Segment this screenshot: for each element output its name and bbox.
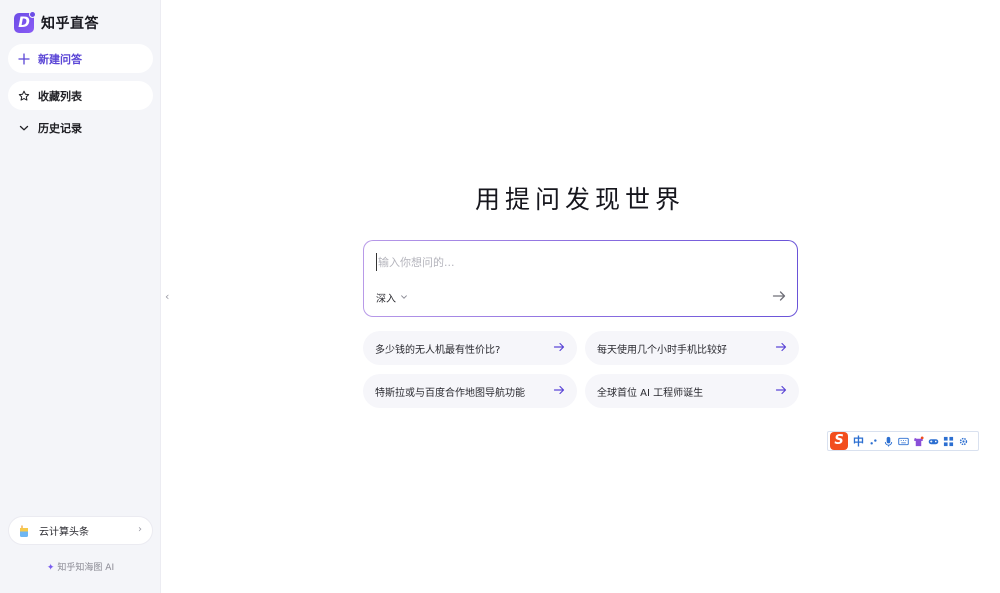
send-button[interactable] (771, 288, 787, 304)
mode-dropdown[interactable]: 深入 (376, 290, 408, 305)
history-label: 历史记录 (38, 122, 82, 135)
chevron-down-icon (18, 122, 30, 134)
app-name: 知乎直答 (41, 16, 99, 32)
ime-toolbar: S 中 (827, 431, 979, 451)
logo-icon: D (14, 11, 36, 33)
punctuation-icon[interactable] (867, 435, 879, 447)
suggestion-chip[interactable]: 每天使用几个小时手机比较好 (585, 331, 799, 365)
question-input[interactable] (376, 253, 776, 271)
promo-card[interactable]: 云计算头条 › (8, 516, 153, 545)
plus-icon (18, 52, 30, 65)
suggestion-chip[interactable]: 多少钱的无人机最有性价比? (363, 331, 577, 365)
arrow-right-icon (775, 385, 787, 395)
arrow-right-icon (553, 385, 565, 395)
sogou-logo-icon[interactable]: S (830, 432, 848, 450)
app-logo[interactable]: D 知乎直答 (14, 11, 99, 33)
promo-label: 云计算头条 (39, 527, 89, 538)
keyboard-icon[interactable] (897, 435, 909, 447)
new-chat-label: 新建问答 (38, 52, 82, 66)
toolbox-icon[interactable] (942, 435, 954, 447)
arrow-right-icon (772, 291, 786, 301)
chevron-right-icon: › (138, 524, 142, 535)
favorites-button[interactable]: 收藏列表 (8, 81, 153, 110)
suggestion-text: 多少钱的无人机最有性价比? (375, 344, 501, 356)
suggestion-text: 全球首位 AI 工程师诞生 (597, 387, 704, 399)
suggestion-chip[interactable]: 全球首位 AI 工程师诞生 (585, 374, 799, 408)
star-icon (18, 90, 30, 102)
suggestion-text: 每天使用几个小时手机比较好 (597, 344, 727, 356)
sparkle-icon: ✦ (46, 563, 55, 573)
sidebar: D 知乎直答 新建问答 收藏列表 历史记录 云计算头条 › ✦ 知乎知海图 AI (0, 0, 161, 593)
new-chat-button[interactable]: 新建问答 (8, 44, 153, 73)
arrow-right-icon (553, 342, 565, 352)
chevron-down-icon (400, 293, 408, 303)
suggestion-text: 特斯拉或与百度合作地图导航功能 (375, 387, 525, 399)
cup-icon (17, 524, 31, 538)
microphone-icon[interactable] (882, 435, 894, 447)
page-title: 用提问发现世界 (474, 185, 685, 214)
ime-language-toggle[interactable]: 中 (853, 433, 864, 449)
history-toggle[interactable]: 历史记录 (8, 117, 153, 139)
arrow-right-icon (775, 342, 787, 352)
mode-label: 深入 (376, 294, 396, 305)
settings-icon[interactable] (957, 435, 969, 447)
favorites-label: 收藏列表 (38, 89, 82, 103)
footer-brand-label: 知乎知海图 AI (57, 563, 115, 573)
gamepad-icon[interactable] (927, 435, 939, 447)
skin-icon[interactable] (912, 435, 924, 447)
suggestion-chip[interactable]: 特斯拉或与百度合作地图导航功能 (363, 374, 577, 408)
collapse-sidebar-icon[interactable]: ‹ (165, 290, 175, 304)
search-box: 深入 (363, 240, 798, 317)
footer-brand: ✦ 知乎知海图 AI (0, 560, 161, 573)
